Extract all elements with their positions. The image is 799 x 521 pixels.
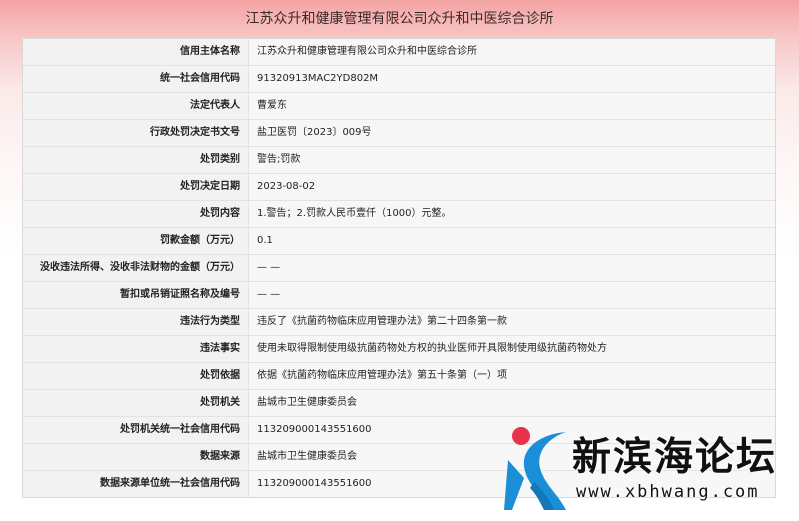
row-value: 依据《抗菌药物临床应用管理办法》第五十条第（一）项 xyxy=(249,363,775,389)
row-value: — — xyxy=(249,255,775,281)
row-value: — — xyxy=(249,282,775,308)
table-row: 处罚决定日期 2023-08-02 xyxy=(23,174,775,201)
credit-info-table: 信用主体名称 江苏众升和健康管理有限公司众升和中医综合诊所 统一社会信用代码 9… xyxy=(22,38,776,498)
row-value: 违反了《抗菌药物临床应用管理办法》第二十四条第一款 xyxy=(249,309,775,335)
page-title: 江苏众升和健康管理有限公司众升和中医综合诊所 xyxy=(245,11,554,27)
table-row: 违法事实 使用未取得限制使用级抗菌药物处方权的执业医师开具限制使用级抗菌药物处方 xyxy=(23,336,775,363)
table-row: 数据来源 盐城市卫生健康委员会 xyxy=(23,444,775,471)
row-label: 处罚依据 xyxy=(23,363,249,389)
table-row: 统一社会信用代码 91320913MAC2YD802M xyxy=(23,66,775,93)
row-label: 罚款金额（万元） xyxy=(23,228,249,254)
row-value: 盐城市卫生健康委员会 xyxy=(249,444,775,470)
row-label: 没收违法所得、没收非法财物的金额（万元） xyxy=(23,255,249,281)
row-value: 使用未取得限制使用级抗菌药物处方权的执业医师开具限制使用级抗菌药物处方 xyxy=(249,336,775,362)
row-value: 91320913MAC2YD802M xyxy=(249,66,775,92)
row-label: 信用主体名称 xyxy=(23,39,249,65)
table-row: 暂扣或吊销证照名称及编号 — — xyxy=(23,282,775,309)
row-label: 统一社会信用代码 xyxy=(23,66,249,92)
row-value: 113209000143551600 xyxy=(249,471,775,497)
row-label: 暂扣或吊销证照名称及编号 xyxy=(23,282,249,308)
row-value: 江苏众升和健康管理有限公司众升和中医综合诊所 xyxy=(249,39,775,65)
table-row: 信用主体名称 江苏众升和健康管理有限公司众升和中医综合诊所 xyxy=(23,39,775,66)
row-label: 处罚决定日期 xyxy=(23,174,249,200)
table-row: 没收违法所得、没收非法财物的金额（万元） — — xyxy=(23,255,775,282)
row-label: 数据来源 xyxy=(23,444,249,470)
table-row: 数据来源单位统一社会信用代码 113209000143551600 xyxy=(23,471,775,497)
row-value: 113209000143551600 xyxy=(249,417,775,443)
row-value: 盐卫医罚〔2023〕009号 xyxy=(249,120,775,146)
table-row: 处罚依据 依据《抗菌药物临床应用管理办法》第五十条第（一）项 xyxy=(23,363,775,390)
row-label: 数据来源单位统一社会信用代码 xyxy=(23,471,249,497)
table-row: 违法行为类型 违反了《抗菌药物临床应用管理办法》第二十四条第一款 xyxy=(23,309,775,336)
row-value: 警告;罚款 xyxy=(249,147,775,173)
row-value: 盐城市卫生健康委员会 xyxy=(249,390,775,416)
row-label: 行政处罚决定书文号 xyxy=(23,120,249,146)
table-row: 处罚内容 1.警告；2.罚款人民币壹仟（1000）元整。 xyxy=(23,201,775,228)
row-value: 0.1 xyxy=(249,228,775,254)
row-value: 2023-08-02 xyxy=(249,174,775,200)
row-label: 处罚内容 xyxy=(23,201,249,227)
row-label: 法定代表人 xyxy=(23,93,249,119)
row-label: 处罚机关 xyxy=(23,390,249,416)
table-row: 处罚机关 盐城市卫生健康委员会 xyxy=(23,390,775,417)
row-label: 处罚机关统一社会信用代码 xyxy=(23,417,249,443)
row-label: 处罚类别 xyxy=(23,147,249,173)
table-row: 处罚机关统一社会信用代码 113209000143551600 xyxy=(23,417,775,444)
row-value: 1.警告；2.罚款人民币壹仟（1000）元整。 xyxy=(249,201,775,227)
row-label: 违法行为类型 xyxy=(23,309,249,335)
table-row: 法定代表人 曹爱东 xyxy=(23,93,775,120)
table-row: 处罚类别 警告;罚款 xyxy=(23,147,775,174)
table-row: 行政处罚决定书文号 盐卫医罚〔2023〕009号 xyxy=(23,120,775,147)
table-row: 罚款金额（万元） 0.1 xyxy=(23,228,775,255)
row-label: 违法事实 xyxy=(23,336,249,362)
row-value: 曹爱东 xyxy=(249,93,775,119)
